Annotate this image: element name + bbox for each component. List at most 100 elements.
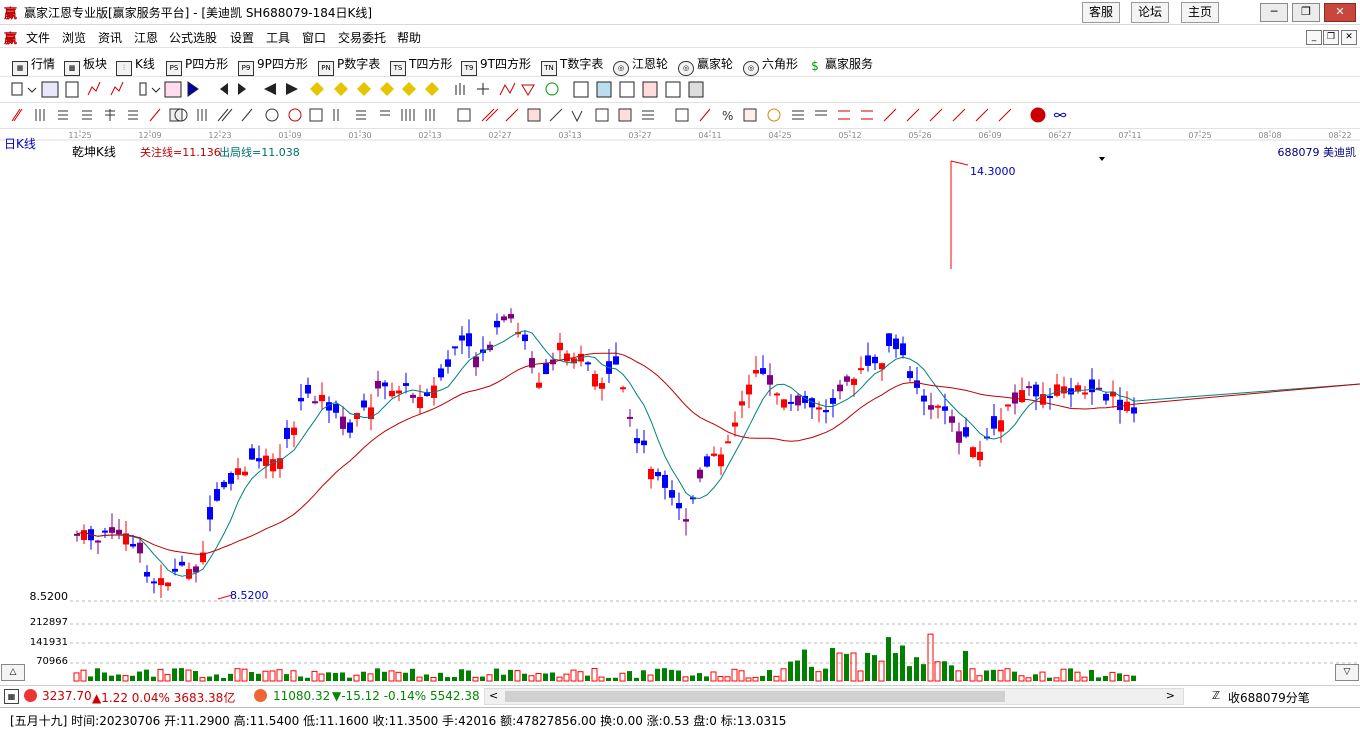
scrollbar-thumb[interactable] <box>505 691 1005 702</box>
candle-body <box>214 489 220 501</box>
candle-body <box>529 358 535 368</box>
volume-bar <box>738 670 745 682</box>
menu-formula[interactable]: 公式选股 <box>169 29 217 46</box>
volume-bar <box>1096 677 1101 681</box>
candle-body <box>1005 404 1011 407</box>
candle-body <box>361 400 367 408</box>
restore-button[interactable]: ❐ <box>1292 3 1320 22</box>
volume-bar <box>921 664 926 681</box>
toolbar-quote[interactable]: ▦ 行情 <box>12 55 55 76</box>
sz-index-value[interactable]: 11080.32 <box>273 689 330 703</box>
volume-bar <box>724 676 731 682</box>
toolbar-9p-square[interactable]: P9 9P四方形 <box>238 55 308 76</box>
toolbar-kline[interactable]: ⫶ K线 <box>116 55 155 76</box>
long-ma-line <box>76 352 1360 555</box>
scroll-next-icon[interactable]: > <box>1166 689 1175 702</box>
toolbar-gann-wheel[interactable]: ◎ 江恩轮 <box>613 55 668 76</box>
menu-browse[interactable]: 浏览 <box>62 29 86 46</box>
toolbar-winner-wheel-label: 赢家轮 <box>697 57 734 71</box>
volume-bar <box>669 669 674 681</box>
mdi-minimize-button[interactable]: _ <box>1306 30 1322 45</box>
volume-bar <box>382 671 387 681</box>
candle-body <box>823 409 829 413</box>
grid-icon[interactable]: ▦ <box>4 689 19 704</box>
candle-body <box>725 441 731 444</box>
kline-chart[interactable]: 11-25 12-09 12-23 01-09 01-30 02-13 02-27 03-13… <box>0 129 1360 684</box>
volume-bar <box>815 671 822 682</box>
menu-trade[interactable]: 交易委托 <box>338 29 386 46</box>
toolbar-p-square[interactable]: PS P四方形 <box>166 55 228 76</box>
volume-bar <box>130 675 135 681</box>
mdi-close-button[interactable]: ✕ <box>1341 30 1357 45</box>
scroll-prev-icon[interactable]: < <box>489 689 498 702</box>
sh-index-value[interactable]: 3237.70 <box>42 689 92 703</box>
horizontal-scrollbar[interactable]: < > <box>484 688 1184 705</box>
svg-text:%: % <box>722 109 733 123</box>
volume-bar <box>221 677 226 681</box>
volume-bar <box>984 670 989 681</box>
toolbar-t-table[interactable]: TN T数字表 <box>541 55 603 76</box>
drawing-toolbar-icons[interactable] <box>0 77 1360 102</box>
candle-body <box>1061 386 1067 394</box>
low-price-label: 8.5200 <box>230 589 269 602</box>
volume-bar <box>704 676 709 681</box>
watch-line-value: 关注线=11.136 <box>140 146 221 159</box>
toolbar-t-square[interactable]: TS T四方形 <box>390 55 452 76</box>
candle-body <box>998 420 1004 432</box>
toolbar-winner-service[interactable]: $ 赢家服务 <box>808 55 873 73</box>
candle-body <box>74 533 80 536</box>
menu-help[interactable]: 帮助 <box>397 29 421 46</box>
volume-bar <box>690 675 695 681</box>
candle-body <box>886 333 892 346</box>
volume-bar <box>969 668 976 682</box>
candle-body <box>228 473 234 484</box>
mdi-restore-button[interactable]: ❐ <box>1323 30 1339 45</box>
collect-tick-link[interactable]: 收688079分笔 <box>1228 689 1310 706</box>
candle-body <box>207 507 213 520</box>
marker-triangle-icon <box>1099 157 1105 161</box>
volume-bar <box>395 671 402 682</box>
homepage-link[interactable]: 主页 <box>1181 2 1219 23</box>
candle-body <box>774 393 780 396</box>
volume-bar <box>347 677 352 681</box>
menu-tools[interactable]: 工具 <box>266 29 290 46</box>
candle-body <box>1054 384 1060 396</box>
customer-service-link[interactable]: 客服 <box>1082 2 1120 23</box>
toolbar-9t-square[interactable]: T9 9T四方形 <box>461 55 531 76</box>
candle-body <box>865 355 871 366</box>
candle-body <box>627 416 633 419</box>
volume-bar <box>1012 671 1017 681</box>
menu-settings[interactable]: 设置 <box>230 29 254 46</box>
volume-bar <box>795 660 800 681</box>
menu-window[interactable]: 窗口 <box>302 29 326 46</box>
volume-bar <box>388 670 395 682</box>
forum-link[interactable]: 论坛 <box>1131 2 1169 23</box>
candle-body <box>767 375 773 385</box>
toolbar-sector[interactable]: ▩ 板块 <box>64 55 107 76</box>
kline-chart-canvas[interactable]: 11-25 12-09 12-23 01-09 01-30 02-13 02-27 03-13… <box>0 129 1360 684</box>
candle-body <box>648 468 654 480</box>
menu-bar: 赢 文件 浏览 资讯 江恩 公式选股 设置 工具 窗口 交易委托 帮助 _ ❐ … <box>0 25 1360 48</box>
candle-body <box>928 405 934 410</box>
menu-gann[interactable]: 江恩 <box>134 29 158 46</box>
scroll-right-button[interactable]: ▽ <box>1335 664 1359 681</box>
period-label: 日K线 <box>4 137 36 151</box>
minimize-button[interactable]: ─ <box>1260 3 1288 22</box>
menu-file[interactable]: 文件 <box>26 29 50 46</box>
candle-body <box>977 451 983 461</box>
volume-bar <box>262 670 269 682</box>
analysis-toolbar-icons[interactable]: % <box>0 103 1360 128</box>
scroll-left-button[interactable]: △ <box>1 664 25 681</box>
volume-bar <box>550 672 555 681</box>
candle-body <box>1019 390 1025 403</box>
toolbar-p-table[interactable]: PN P数字表 <box>318 55 380 76</box>
menu-info[interactable]: 资讯 <box>98 29 122 46</box>
sh-index-icon <box>24 689 37 702</box>
volume-bar <box>508 669 513 681</box>
volume-bar <box>836 652 843 682</box>
close-button[interactable]: ✕ <box>1324 3 1356 22</box>
toolbar-hexagon[interactable]: ◎ 六角形 <box>743 55 798 76</box>
candle-body <box>333 404 339 413</box>
toolbar-winner-wheel[interactable]: ◎ 赢家轮 <box>678 55 733 76</box>
volume-bar <box>1033 674 1038 681</box>
